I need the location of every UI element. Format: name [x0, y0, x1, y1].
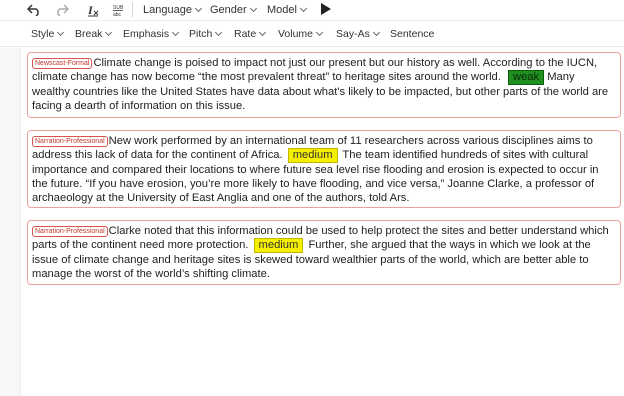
ssml-paragraph[interactable]: Narration-Professional Clarke noted that …: [27, 220, 621, 285]
chevron-down-icon: [249, 4, 257, 13]
model-label: Model: [267, 4, 297, 16]
format-toolbar: Style Break Emphasis Pitch Rate Volume S…: [0, 24, 624, 46]
ssml-paragraph[interactable]: Narration-Professional New work performed…: [27, 130, 621, 208]
chevron-down-icon: [215, 28, 223, 37]
svg-text:abc: abc: [113, 12, 122, 17]
play-icon[interactable]: [321, 3, 331, 15]
volume-dropdown[interactable]: Volume: [278, 28, 324, 40]
undo-icon[interactable]: [26, 0, 42, 20]
ssml-paragraph[interactable]: Newscast-Formal Climate change is poised …: [27, 52, 621, 118]
chevron-down-icon: [57, 28, 65, 37]
emphasis-tag[interactable]: medium: [253, 238, 304, 253]
toolbar-separator: [132, 2, 133, 17]
language-label: Language: [143, 4, 192, 16]
chevron-down-icon: [372, 28, 380, 37]
language-dropdown[interactable]: Language: [143, 0, 202, 20]
say-as-dropdown[interactable]: Say-As: [336, 28, 380, 40]
voice-tag[interactable]: Newscast-Formal: [32, 58, 93, 69]
format-toolbar-divider: [0, 46, 624, 47]
style-dropdown[interactable]: Style: [31, 28, 65, 40]
gender-label: Gender: [210, 4, 247, 16]
chevron-down-icon: [172, 28, 180, 37]
pitch-label: Pitch: [189, 28, 213, 40]
sentence-button[interactable]: Sentence: [390, 28, 434, 40]
chevron-down-icon: [315, 28, 324, 37]
editor-gutter: [0, 48, 21, 396]
clear-format-icon[interactable]: I: [86, 0, 100, 20]
voice-tag[interactable]: Narration-Professional: [32, 136, 108, 147]
volume-label: Volume: [278, 28, 314, 40]
break-dropdown[interactable]: Break: [75, 28, 113, 40]
sub-alias-icon[interactable]: SUB abc: [111, 0, 125, 20]
gender-dropdown[interactable]: Gender: [210, 0, 257, 20]
chevron-down-icon: [194, 4, 202, 13]
chevron-down-icon: [299, 4, 308, 13]
chevron-down-icon: [105, 28, 113, 37]
chevron-down-icon: [259, 28, 267, 37]
rate-label: Rate: [234, 28, 257, 40]
sentence-label: Sentence: [390, 28, 435, 40]
break-label: Break: [75, 28, 103, 40]
svg-text:I: I: [87, 4, 94, 17]
voice-tag[interactable]: Narration-Professional: [32, 226, 108, 237]
emphasis-label: Emphasis: [123, 28, 170, 40]
model-dropdown[interactable]: Model: [267, 0, 308, 20]
top-toolbar: I SUB abc Language Gender Model: [0, 0, 624, 20]
say-as-label: Say-As: [336, 28, 370, 40]
emphasis-tag[interactable]: weak: [508, 70, 545, 85]
toolbar-divider: [0, 20, 624, 21]
style-label: Style: [31, 28, 55, 40]
emphasis-tag[interactable]: medium: [287, 148, 338, 163]
redo-icon[interactable]: [54, 0, 70, 20]
emphasis-dropdown[interactable]: Emphasis: [123, 28, 180, 40]
pitch-dropdown[interactable]: Pitch: [189, 28, 223, 40]
rate-dropdown[interactable]: Rate: [234, 28, 267, 40]
